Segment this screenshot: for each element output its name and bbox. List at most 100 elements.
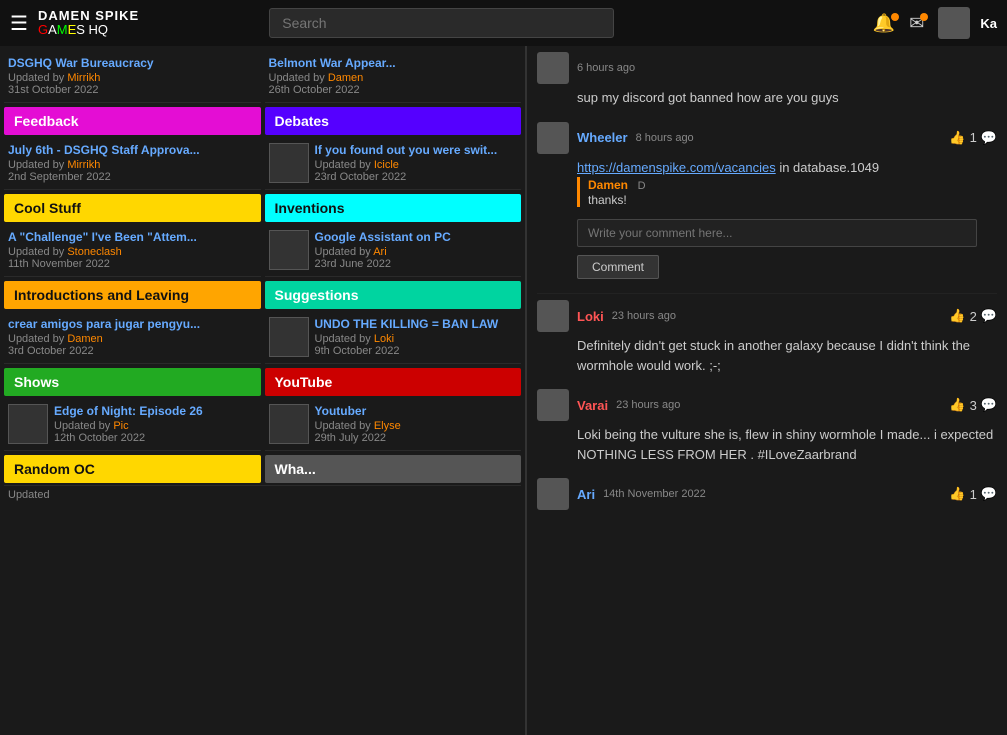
chat-message: 6 hours ago sup my discord got banned ho…	[537, 52, 997, 108]
top-nav: ☰ DAMEN SPIKE GAMES HQ 🔔 ✉ Ka	[0, 0, 1007, 46]
chat-header: Ari 14th November 2022 👍 1 💬	[537, 478, 997, 510]
coolstuff-post-col: A "Challenge" I've Been "Attem... Update…	[4, 224, 261, 277]
random-header[interactable]: Random OC	[4, 455, 261, 483]
intro-col: Introductions and Leaving	[4, 281, 261, 311]
chat-header: Wheeler 8 hours ago 👍 1 💬	[537, 122, 997, 154]
shows-youtube-headers: Shows YouTube	[4, 368, 521, 398]
post-info: A "Challenge" I've Been "Attem... Update…	[8, 230, 257, 270]
war-right: Belmont War Appear... Updated by Damen 2…	[265, 50, 522, 103]
feedback-post-col: July 6th - DSGHQ Staff Approva... Update…	[4, 137, 261, 190]
list-item[interactable]: Google Assistant on PC Updated by Ari 23…	[265, 224, 522, 277]
feedback-header[interactable]: Feedback	[4, 107, 261, 135]
war-row: DSGHQ War Bureaucracy Updated by Mirrikh…	[4, 50, 521, 103]
post-title: Youtuber	[315, 404, 518, 418]
post-thumbnail	[8, 404, 48, 444]
whats-col: Wha...	[265, 455, 522, 485]
post-info: Belmont War Appear... Updated by Damen 2…	[269, 56, 518, 96]
intro-suggestions-headers: Introductions and Leaving Suggestions	[4, 281, 521, 311]
update-bar: Updated	[4, 485, 521, 504]
youtube-post-col: Youtuber Updated by Elyse 29th July 2022	[265, 398, 522, 451]
list-item[interactable]: A "Challenge" I've Been "Attem... Update…	[4, 224, 261, 277]
shows-header[interactable]: Shows	[4, 368, 261, 396]
post-author[interactable]: Pic	[113, 420, 128, 432]
post-title: If you found out you were swit...	[315, 143, 518, 157]
suggestions-col: Suggestions	[265, 281, 522, 311]
post-title: Google Assistant on PC	[315, 230, 518, 244]
list-item[interactable]: Belmont War Appear... Updated by Damen 2…	[265, 50, 522, 103]
avatar	[537, 389, 569, 421]
hamburger-icon[interactable]: ☰	[10, 11, 28, 36]
mail-icon[interactable]: ✉	[909, 13, 928, 34]
comment-button[interactable]: Comment	[577, 255, 659, 279]
list-item[interactable]: Youtuber Updated by Elyse 29th July 2022	[265, 398, 522, 451]
list-item[interactable]: UNDO THE KILLING = BAN LAW Updated by Lo…	[265, 311, 522, 364]
post-author[interactable]: Damen	[67, 333, 102, 345]
list-item[interactable]: crear amigos para jugar pengyu... Update…	[4, 311, 261, 364]
post-author[interactable]: Mirrikh	[67, 159, 100, 171]
post-author[interactable]: Ari	[373, 246, 386, 258]
introductions-header[interactable]: Introductions and Leaving	[4, 281, 261, 309]
chat-message: Varai 23 hours ago 👍 3 💬 Loki being the …	[537, 389, 997, 464]
chat-time: 8 hours ago	[636, 132, 694, 144]
chat-time: 23 hours ago	[616, 399, 680, 411]
coolstuff-col: Cool Stuff	[4, 194, 261, 224]
right-panel: 6 hours ago sup my discord got banned ho…	[525, 46, 1007, 735]
user-avatar[interactable]	[938, 7, 970, 39]
avatar	[537, 478, 569, 510]
coolstuff-inventions-headers: Cool Stuff Inventions	[4, 194, 521, 224]
post-author[interactable]: Loki	[374, 333, 394, 345]
intro-suggestions-row: crear amigos para jugar pengyu... Update…	[4, 311, 521, 364]
list-item[interactable]: Edge of Night: Episode 26 Updated by Pic…	[4, 398, 261, 451]
chat-like: 👍 3 💬	[949, 397, 997, 413]
chat-reply: Damen D thanks!	[577, 177, 997, 207]
post-author[interactable]: Icicle	[374, 159, 399, 171]
post-info: crear amigos para jugar pengyu... Update…	[8, 317, 257, 357]
inventions-header[interactable]: Inventions	[265, 194, 522, 222]
list-item[interactable]: DSGHQ War Bureaucracy Updated by Mirrikh…	[4, 50, 261, 103]
bell-dot	[891, 13, 899, 21]
post-title: Edge of Night: Episode 26	[54, 404, 257, 418]
logo-top: DAMEN SPIKE	[38, 9, 139, 23]
inventions-post-col: Google Assistant on PC Updated by Ari 23…	[265, 224, 522, 277]
youtube-header[interactable]: YouTube	[265, 368, 522, 396]
post-info: UNDO THE KILLING = BAN LAW Updated by Lo…	[315, 317, 518, 357]
list-item[interactable]: July 6th - DSGHQ Staff Approva... Update…	[4, 137, 261, 190]
post-author[interactable]: Stoneclash	[67, 246, 121, 258]
coolstuff-header[interactable]: Cool Stuff	[4, 194, 261, 222]
whats-header[interactable]: Wha...	[265, 455, 522, 483]
chat-time: 6 hours ago	[577, 62, 635, 74]
divider	[537, 293, 997, 294]
comment-input[interactable]	[577, 219, 977, 247]
chat-text: Loki being the vulture she is, flew in s…	[577, 425, 997, 464]
random-oc-header-row: Random OC Wha...	[4, 455, 521, 485]
chat-link[interactable]: https://damenspike.com/vacancies	[577, 160, 776, 175]
post-title: UNDO THE KILLING = BAN LAW	[315, 317, 518, 331]
debates-header[interactable]: Debates	[265, 107, 522, 135]
chat-message: Ari 14th November 2022 👍 1 💬	[537, 478, 997, 510]
chat-header: 6 hours ago	[537, 52, 997, 84]
post-info: Edge of Night: Episode 26 Updated by Pic…	[54, 404, 257, 444]
chat-username: Varai	[577, 398, 608, 413]
post-author[interactable]: Damen	[328, 72, 363, 84]
suggestions-header[interactable]: Suggestions	[265, 281, 522, 309]
post-thumbnail	[269, 143, 309, 183]
logo-g: G	[38, 22, 48, 37]
post-title: crear amigos para jugar pengyu...	[8, 317, 257, 331]
coolstuff-inventions-row: A "Challenge" I've Been "Attem... Update…	[4, 224, 521, 277]
avatar	[537, 122, 569, 154]
post-meta: Updated by Damen 26th October 2022	[269, 72, 518, 96]
nav-username[interactable]: Ka	[980, 16, 997, 31]
chat-text: sup my discord got banned how are you gu…	[577, 88, 997, 108]
debates-col: Debates	[265, 107, 522, 137]
post-author[interactable]: Mirrikh	[67, 72, 100, 84]
chat-area: 6 hours ago sup my discord got banned ho…	[527, 46, 1007, 530]
chat-username: Wheeler	[577, 130, 628, 145]
search-input[interactable]	[269, 8, 614, 38]
shows-post-col: Edge of Night: Episode 26 Updated by Pic…	[4, 398, 261, 451]
post-meta: Updated by Pic 12th October 2022	[54, 420, 257, 444]
avatar	[537, 52, 569, 84]
bell-icon[interactable]: 🔔	[873, 13, 899, 34]
search-box	[269, 8, 614, 38]
post-author[interactable]: Elyse	[374, 420, 401, 432]
list-item[interactable]: If you found out you were swit... Update…	[265, 137, 522, 190]
